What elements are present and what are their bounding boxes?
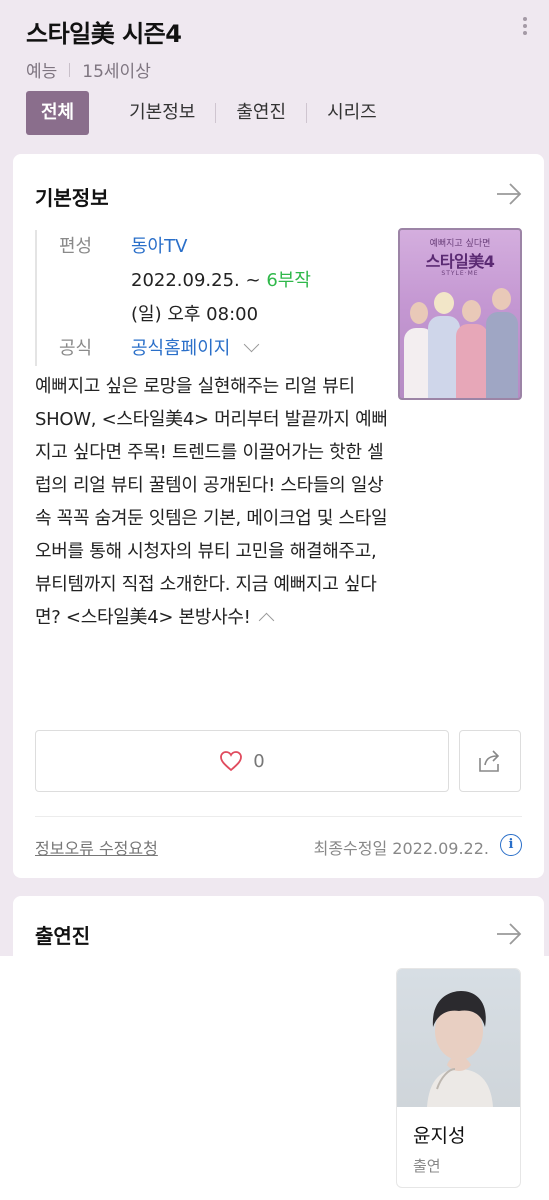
program-description: 예뻐지고 싶은 로망을 실현해주는 리얼 뷰티 SHOW, <스타일美4> 머리…	[35, 370, 395, 634]
tab-cast[interactable]: 출연진	[236, 91, 286, 135]
cast-section-title: 출연진	[35, 924, 91, 948]
poster-person	[486, 312, 518, 398]
age-rating-label: 15세이상	[82, 62, 151, 82]
meta-divider	[69, 62, 71, 77]
air-time: (일) 오후 08:00	[131, 304, 259, 325]
broadcast-info: 편성 동아TV 2022.09.25. ~ 6부작 (일) 오후 08:00 공…	[35, 230, 385, 366]
official-label: 공식	[59, 338, 93, 359]
card-divider	[35, 816, 522, 817]
program-poster[interactable]: 예뻐지고 싶다면 스타일美4 STYLE·ME	[398, 228, 522, 400]
official-homepage-link[interactable]: 공식홈페이지	[131, 338, 230, 359]
basic-info-title: 기본정보	[35, 186, 109, 210]
tab-series[interactable]: 시리즈	[327, 91, 377, 135]
channel-label: 편성	[59, 236, 93, 257]
report-error-link[interactable]: 정보오류 수정요청	[35, 835, 158, 859]
last-updated-date: 최종수정일 2022.09.22.	[313, 839, 489, 858]
program-header: 스타일美 시즌4 예능 15세이상 전체 기본정보 출연진 시리즈	[0, 0, 549, 150]
description-text: 예뻐지고 싶은 로망을 실현해주는 리얼 뷰티 SHOW, <스타일美4> 머리…	[35, 376, 388, 628]
basic-info-card: 기본정보 편성 동아TV 2022.09.25. ~ 6부작 (일) 오후 08…	[13, 154, 544, 878]
schedule-row: 2022.09.25. ~ 6부작	[59, 264, 385, 298]
cast-card-section: 출연진	[13, 896, 544, 958]
arrow-right-icon[interactable]	[496, 182, 522, 206]
program-title: 스타일美 시즌4	[26, 20, 182, 48]
cast-member-card[interactable]: 윤지성 출연	[396, 968, 521, 1188]
more-options-icon[interactable]	[515, 14, 535, 44]
poster-person	[456, 324, 488, 398]
avatar	[427, 991, 493, 1107]
tab-basic-info[interactable]: 기본정보	[129, 91, 195, 135]
heart-icon	[220, 751, 243, 772]
cast-name: 윤지성	[413, 1125, 466, 1147]
airtime-row: (일) 오후 08:00	[59, 298, 385, 332]
like-button[interactable]: 0	[35, 730, 449, 792]
section-tabs: 전체 기본정보 출연진 시리즈	[26, 91, 377, 135]
tab-divider	[215, 103, 217, 123]
genre-label: 예능	[26, 62, 58, 82]
episode-count: 6부작	[266, 270, 311, 291]
poster-title: 스타일美4	[425, 252, 495, 271]
tab-divider	[306, 103, 308, 123]
chevron-down-icon[interactable]	[243, 336, 260, 353]
chevron-up-icon[interactable]	[258, 612, 274, 629]
like-count: 0	[253, 750, 265, 772]
poster-tagline: STYLE·ME	[441, 270, 479, 277]
channel-link[interactable]: 동아TV	[131, 230, 187, 264]
air-date: 2022.09.25. ~	[131, 270, 261, 291]
share-icon	[479, 750, 500, 772]
program-meta: 예능 15세이상	[26, 57, 151, 82]
cast-role: 출연	[413, 1157, 441, 1175]
info-icon[interactable]: i	[500, 834, 522, 856]
cast-photo	[397, 969, 520, 1107]
official-row: 공식 공식홈페이지	[59, 332, 385, 366]
channel-row: 편성 동아TV	[59, 230, 385, 264]
tab-all[interactable]: 전체	[26, 91, 90, 135]
arrow-right-icon[interactable]	[496, 922, 522, 946]
share-button[interactable]	[459, 730, 521, 792]
